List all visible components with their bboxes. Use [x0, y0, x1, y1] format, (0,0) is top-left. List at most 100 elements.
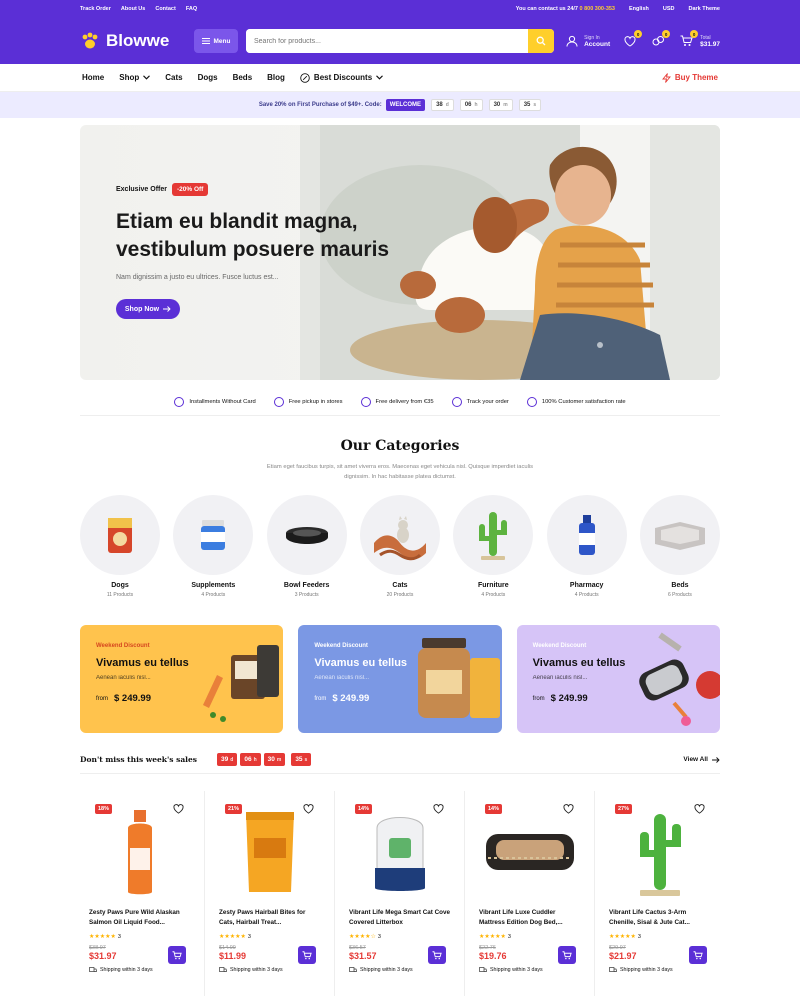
- wishlist-heart-icon[interactable]: [433, 804, 444, 816]
- add-to-cart-button[interactable]: [689, 946, 707, 964]
- logo[interactable]: Blowwe: [80, 31, 186, 51]
- shop-now-button[interactable]: Shop Now: [116, 299, 180, 319]
- percent-icon: [300, 72, 310, 83]
- feature-installments: Installments Without Card: [174, 396, 256, 407]
- rating: ★★★★★ 3: [219, 933, 251, 941]
- search-button[interactable]: [528, 29, 554, 53]
- truck-icon: [349, 967, 357, 972]
- cart-button[interactable]: 0 Total $31.97: [678, 30, 720, 49]
- heart-icon: [624, 35, 636, 47]
- bowl-image: [285, 527, 328, 544]
- product-name[interactable]: Vibrant Life Luxe Cuddler Mattress Editi…: [479, 908, 580, 928]
- truck-icon: [609, 967, 617, 972]
- currency-select[interactable]: USD: [663, 6, 675, 12]
- wishlist-heart-icon[interactable]: [303, 804, 314, 816]
- promo-text: Save 20% on First Purchase of $49+. Code…: [258, 102, 382, 108]
- cart-icon: [693, 950, 703, 959]
- shipping-note: Shipping within 3 days: [349, 967, 450, 973]
- main-nav: Home Shop Cats Dogs Beds Blog Best Disco…: [0, 64, 800, 92]
- product-name[interactable]: Zesty Paws Hairball Bites for Cats, Hair…: [219, 908, 320, 928]
- top-link-faq[interactable]: FAQ: [186, 6, 197, 12]
- add-to-cart-button[interactable]: [168, 946, 186, 964]
- product-name[interactable]: Vibrant Life Mega Smart Cat Cove Covered…: [349, 908, 450, 928]
- category-bowl-feeders[interactable]: Bowl Feeders 3 Products: [266, 495, 347, 598]
- wishlist-button[interactable]: 0: [622, 30, 643, 49]
- categories-header: Our Categories Etiam eget faucibus turpi…: [0, 438, 800, 482]
- category-furniture[interactable]: Furniture 4 Products: [453, 495, 534, 598]
- truck-icon: [360, 396, 371, 407]
- supplement-jar-image: [201, 520, 226, 550]
- sales-header: Don't miss this week's sales 39 d 06 h 30 m…: [80, 752, 720, 774]
- categories-list: Dogs 11 Products Supplements 4 Products Bo…: [80, 495, 720, 598]
- discount-badge: 18%: [95, 804, 113, 814]
- user-icon: [566, 35, 578, 47]
- discount-badge: 21%: [225, 804, 243, 814]
- nav-dogs[interactable]: Dogs: [198, 73, 218, 82]
- product-image: [374, 817, 425, 891]
- buy-theme-link[interactable]: Buy Theme: [661, 72, 718, 83]
- compare-button[interactable]: 0: [650, 30, 671, 49]
- hero-banner: Exclusive Offer -20% Off Etiam eu blandit…: [80, 125, 720, 380]
- feature-track: Track your order: [451, 396, 509, 407]
- wishlist-heart-icon[interactable]: [173, 804, 184, 816]
- top-links: Track Order About Us Contact FAQ: [80, 6, 197, 12]
- category-beds[interactable]: Beds 6 Products: [639, 495, 720, 598]
- category-cats[interactable]: Cats 20 Products: [359, 495, 440, 598]
- add-to-cart-button[interactable]: [298, 946, 316, 964]
- nav-cats[interactable]: Cats: [165, 73, 182, 82]
- top-link-track-order[interactable]: Track Order: [80, 6, 111, 12]
- feature-satisfaction: 100% Customer satisfaction rate: [526, 396, 626, 407]
- cactus-tree-image: [479, 512, 508, 560]
- menu-button[interactable]: Menu: [194, 29, 238, 53]
- wishlist-heart-icon[interactable]: [563, 804, 574, 816]
- product-grid: 18% Zesty Paws Pure Wild Alaskan Salmon …: [75, 791, 725, 996]
- wishlist-count: 0: [634, 30, 643, 38]
- nav-blog[interactable]: Blog: [267, 73, 285, 82]
- product-card[interactable]: 14% Vibrant Life Luxe Cuddler Mattress E…: [465, 791, 595, 996]
- category-supplements[interactable]: Supplements 4 Products: [173, 495, 254, 598]
- product-name[interactable]: Vibrant Life Cactus 3-Arm Chenille, Sisa…: [609, 908, 711, 928]
- sign-in-label: Sign In: [584, 34, 600, 41]
- cart-icon: [562, 950, 572, 959]
- cart-icon: [302, 950, 312, 959]
- nav-best-discounts[interactable]: Best Discounts: [300, 72, 384, 83]
- route-icon: [451, 396, 462, 407]
- add-to-cart-button[interactable]: [428, 946, 446, 964]
- discount-badge: 14%: [355, 804, 373, 814]
- language-select[interactable]: English: [629, 6, 649, 12]
- nav-home[interactable]: Home: [82, 73, 104, 82]
- view-all-link[interactable]: View All: [683, 756, 720, 763]
- nav-beds[interactable]: Beds: [233, 73, 253, 82]
- pet-bed-image: [654, 522, 705, 550]
- brand-name: Blowwe: [106, 31, 170, 50]
- cart-icon: [432, 950, 442, 959]
- top-link-contact[interactable]: Contact: [155, 6, 175, 12]
- truck-icon: [89, 967, 97, 972]
- nav-shop[interactable]: Shop: [119, 73, 151, 82]
- header: Blowwe Menu Sign InAccount 0 0 0 Total$3: [0, 18, 800, 64]
- wishlist-heart-icon[interactable]: [694, 804, 705, 816]
- promo-banner[interactable]: Weekend Discount Vivamus eu tellus Aenea…: [516, 625, 720, 733]
- account-link[interactable]: Sign In Account: [566, 35, 610, 48]
- product-name[interactable]: Zesty Paws Pure Wild Alaskan Salmon Oil …: [89, 908, 190, 928]
- shipping-note: Shipping within 3 days: [479, 967, 580, 973]
- menu-label: Menu: [213, 37, 231, 45]
- product-card[interactable]: 18% Zesty Paws Pure Wild Alaskan Salmon …: [75, 791, 205, 996]
- add-to-cart-button[interactable]: [558, 946, 576, 964]
- hero-headline: Etiam eu blandit magna, vestibulum posue…: [116, 210, 390, 261]
- top-link-about[interactable]: About Us: [121, 6, 145, 12]
- dark-theme-toggle[interactable]: Dark Theme: [689, 6, 721, 12]
- promo-banner[interactable]: Weekend Discount Vivamus eu tellus Aenea…: [80, 625, 284, 733]
- phone-number[interactable]: 0 800 300-353: [580, 6, 615, 12]
- search-input[interactable]: [246, 29, 528, 53]
- category-dogs[interactable]: Dogs 11 Products: [80, 495, 160, 598]
- product-card[interactable]: 21% Zesty Paws Hairball Bites for Cats, …: [205, 791, 335, 996]
- promo-banner[interactable]: Weekend Discount Vivamus eu tellus Aenea…: [298, 625, 502, 733]
- rating: ★★★★★ 3: [479, 933, 511, 941]
- category-pharmacy[interactable]: Pharmacy 4 Products: [546, 495, 627, 598]
- promo-code[interactable]: WELCOME: [385, 99, 426, 111]
- feature-pickup: Free pickup in stores: [273, 396, 343, 407]
- product-card[interactable]: 14% Vibrant Life Mega Smart Cat Cove Cov…: [335, 791, 465, 996]
- product-card[interactable]: 27% Vibrant Life Cactus 3-Arm Chenille, …: [595, 791, 725, 996]
- product-image: [127, 810, 152, 895]
